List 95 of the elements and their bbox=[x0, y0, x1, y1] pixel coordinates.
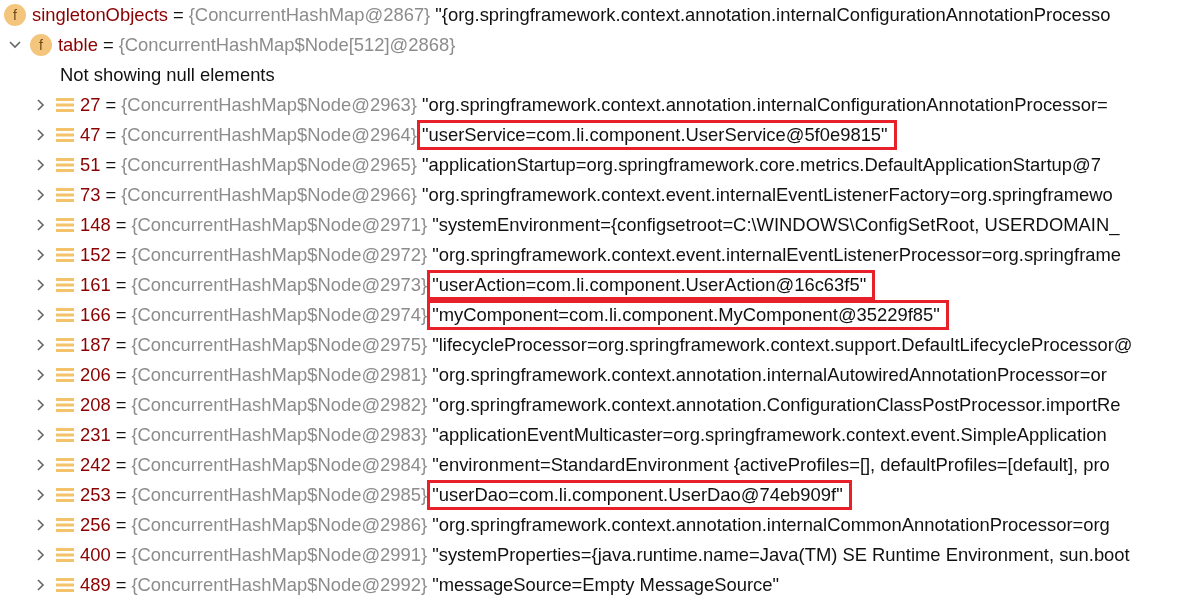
entry-value: "applicationStartup=org.springframework.core.metrics.DefaultApplicationStartup@7 bbox=[420, 153, 1102, 177]
stack-icon bbox=[56, 307, 74, 323]
stack-icon bbox=[56, 247, 74, 263]
entry-type: {ConcurrentHashMap$Node@2985} bbox=[131, 484, 428, 506]
equals-sign: = bbox=[105, 94, 117, 116]
variable-name: table bbox=[58, 34, 98, 56]
stack-icon bbox=[56, 367, 74, 383]
entry-type: {ConcurrentHashMap$Node@2981} bbox=[131, 364, 428, 386]
entry-key: 152 bbox=[80, 244, 111, 266]
stack-icon bbox=[56, 397, 74, 413]
null-elements-note: Not showing null elements bbox=[60, 64, 275, 86]
entry-type: {ConcurrentHashMap$Node@2983} bbox=[131, 424, 428, 446]
entry-value: "org.springframework.context.annotation.internalAutowiredAnnotationProcessor=or bbox=[431, 363, 1108, 387]
entry-value: "org.springframework.context.event.internalEventListenerProcessor=org.springframe bbox=[431, 243, 1123, 267]
entry-key: 489 bbox=[80, 574, 111, 596]
entry-key: 242 bbox=[80, 454, 111, 476]
entry-value: "org.springframework.context.event.internalEventListenerFactory=org.springframewo bbox=[420, 183, 1114, 207]
stack-icon bbox=[56, 337, 74, 353]
stack-icon bbox=[56, 577, 74, 593]
stack-icon bbox=[56, 157, 74, 173]
stack-icon bbox=[56, 187, 74, 203]
entry-type: {ConcurrentHashMap$Node@2971} bbox=[131, 214, 428, 236]
entry-type: {ConcurrentHashMap$Node@2984} bbox=[131, 454, 428, 476]
entry-value: "systemEnvironment={configsetroot=C:\WINDOWS\ConfigSetRoot, USERDOMAIN_ bbox=[431, 213, 1121, 238]
entry-type: {ConcurrentHashMap$Node@2991} bbox=[131, 544, 428, 566]
equals-sign: = bbox=[115, 274, 127, 296]
entry-value: "myComponent=com.li.component.MyComponent@35229f85" bbox=[427, 300, 949, 330]
entry-key: 206 bbox=[80, 364, 111, 386]
entry-value: "userDao=com.li.component.UserDao@74eb909f" bbox=[427, 480, 852, 510]
entry-key: 73 bbox=[80, 184, 101, 206]
entry-key: 256 bbox=[80, 514, 111, 536]
entry-key: 51 bbox=[80, 154, 101, 176]
equals-sign: = bbox=[115, 334, 127, 356]
field-icon: f bbox=[4, 4, 26, 26]
equals-sign: = bbox=[172, 4, 184, 26]
entry-key: 148 bbox=[80, 214, 111, 236]
entry-type: {ConcurrentHashMap$Node@2963} bbox=[121, 94, 417, 116]
stack-icon bbox=[56, 517, 74, 533]
entry-type: {ConcurrentHashMap$Node@2974} bbox=[131, 304, 428, 326]
entry-value: "org.springframework.context.annotation.ConfigurationClassPostProcessor.importRe bbox=[431, 393, 1122, 417]
entry-key: 187 bbox=[80, 334, 111, 356]
equals-sign: = bbox=[115, 394, 127, 416]
equals-sign: = bbox=[105, 154, 117, 176]
entry-value: "messageSource=Empty MessageSource" bbox=[431, 573, 780, 597]
equals-sign: = bbox=[115, 244, 127, 266]
equals-sign: = bbox=[102, 34, 114, 56]
equals-sign: = bbox=[115, 514, 127, 536]
entry-key: 47 bbox=[80, 124, 101, 146]
equals-sign: = bbox=[115, 454, 127, 476]
entry-value: "userAction=com.li.component.UserAction@16c63f5" bbox=[427, 270, 876, 300]
entry-value: "userService=com.li.component.UserService@5f0e9815" bbox=[416, 120, 897, 150]
field-icon: f bbox=[30, 34, 52, 56]
entry-value: "org.springframework.context.annotation.internalConfigurationAnnotationProcessor= bbox=[420, 93, 1109, 117]
entry-type: {ConcurrentHashMap$Node@2992} bbox=[131, 574, 428, 596]
entry-key: 161 bbox=[80, 274, 111, 296]
variable-name: singletonObjects bbox=[32, 4, 168, 26]
entry-type: {ConcurrentHashMap$Node@2975} bbox=[131, 334, 428, 356]
entry-value: "environment=StandardEnvironment {activeProfiles=[], defaultProfiles=[default], pro bbox=[431, 453, 1111, 477]
entry-type: {ConcurrentHashMap$Node@2982} bbox=[131, 394, 428, 416]
entry-key: 166 bbox=[80, 304, 111, 326]
equals-sign: = bbox=[115, 574, 127, 596]
entry-value: "applicationEventMulticaster=org.springframework.context.event.SimpleApplication bbox=[431, 423, 1108, 447]
entry-value: "org.springframework.context.annotation.internalCommonAnnotationProcessor=org bbox=[431, 513, 1111, 537]
variable-type: {ConcurrentHashMap$Node[512]@2868} bbox=[118, 34, 456, 56]
entry-key: 27 bbox=[80, 94, 101, 116]
equals-sign: = bbox=[105, 124, 117, 146]
equals-sign: = bbox=[115, 364, 127, 386]
entry-value: "lifecycleProcessor=org.springframework.context.support.DefaultLifecycleProcessor@ bbox=[431, 333, 1134, 357]
entry-key: 208 bbox=[80, 394, 111, 416]
entry-type: {ConcurrentHashMap$Node@2972} bbox=[131, 244, 428, 266]
equals-sign: = bbox=[115, 214, 127, 236]
equals-sign: = bbox=[115, 484, 127, 506]
equals-sign: = bbox=[115, 424, 127, 446]
entry-type: {ConcurrentHashMap$Node@2965} bbox=[121, 154, 417, 176]
entry-type: {ConcurrentHashMap$Node@2986} bbox=[131, 514, 428, 536]
stack-icon bbox=[56, 97, 74, 113]
variable-type: {ConcurrentHashMap@2867} bbox=[188, 4, 431, 26]
equals-sign: = bbox=[105, 184, 117, 206]
equals-sign: = bbox=[115, 544, 127, 566]
entry-key: 400 bbox=[80, 544, 111, 566]
stack-icon bbox=[56, 547, 74, 563]
stack-icon bbox=[56, 127, 74, 143]
entry-type: {ConcurrentHashMap$Node@2966} bbox=[121, 184, 417, 206]
equals-sign: = bbox=[115, 304, 127, 326]
entry-key: 253 bbox=[80, 484, 111, 506]
variable-value: "{org.springframework.context.annotation.internalConfigurationAnnotationProcesso bbox=[434, 3, 1112, 27]
stack-icon bbox=[56, 427, 74, 443]
stack-icon bbox=[56, 217, 74, 233]
entry-value: "systemProperties={java.runtime.name=Java(TM) SE Runtime Environment, sun.boot bbox=[431, 543, 1131, 567]
stack-icon bbox=[56, 277, 74, 293]
stack-icon bbox=[56, 487, 74, 503]
entry-type: {ConcurrentHashMap$Node@2964} bbox=[121, 124, 417, 146]
entry-type: {ConcurrentHashMap$Node@2973} bbox=[131, 274, 428, 296]
entry-key: 231 bbox=[80, 424, 111, 446]
stack-icon bbox=[56, 457, 74, 473]
